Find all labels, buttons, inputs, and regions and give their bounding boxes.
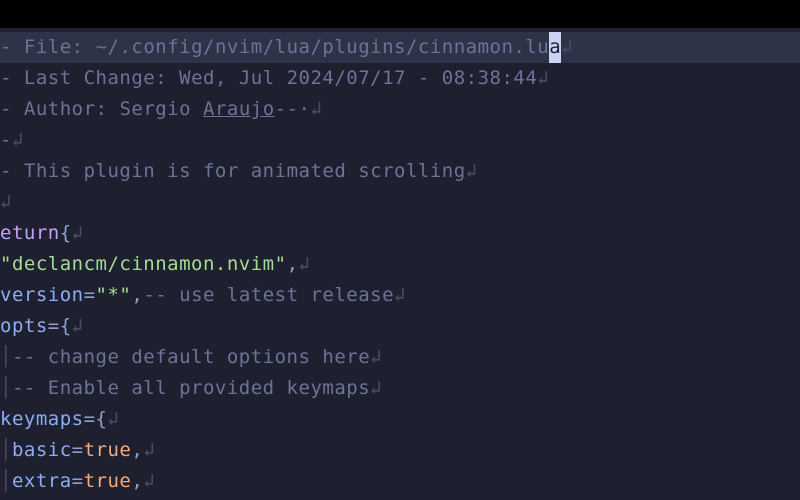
line-opts-comment1: │ -- change default options here↲ xyxy=(0,342,800,373)
line-extra: │ extra = true,↲ xyxy=(0,466,800,497)
cursor: a xyxy=(549,32,561,62)
line-version: version = "*", -- use latest release↲ xyxy=(0,280,800,311)
line-description: - This plugin is for animated scrolling↲ xyxy=(0,156,800,187)
line-plugin-name: "declancm/cinnamon.nvim",↲ xyxy=(0,249,800,280)
line-last-change: - Last Change: Wed, Jul 2024/07/17 - 08:… xyxy=(0,63,800,94)
line-blank: -↲ xyxy=(0,125,800,156)
line-author: - Author: Sergio Araujo--·↲ xyxy=(0,94,800,125)
line-basic: │ basic = true,↲ xyxy=(0,435,800,466)
line-file-header: - File: ~/.config/nvim/lua/plugins/cinna… xyxy=(0,32,800,63)
line-opts-comment2: │ -- Enable all provided keymaps↲ xyxy=(0,373,800,404)
line-keymaps: keymaps = {↲ xyxy=(0,404,800,435)
code-editor[interactable]: - File: ~/.config/nvim/lua/plugins/cinna… xyxy=(0,28,800,497)
line-empty: ↲ xyxy=(0,187,800,218)
line-return: eturn {↲ xyxy=(0,218,800,249)
top-bar xyxy=(0,0,800,28)
line-opts: opts = {↲ xyxy=(0,311,800,342)
